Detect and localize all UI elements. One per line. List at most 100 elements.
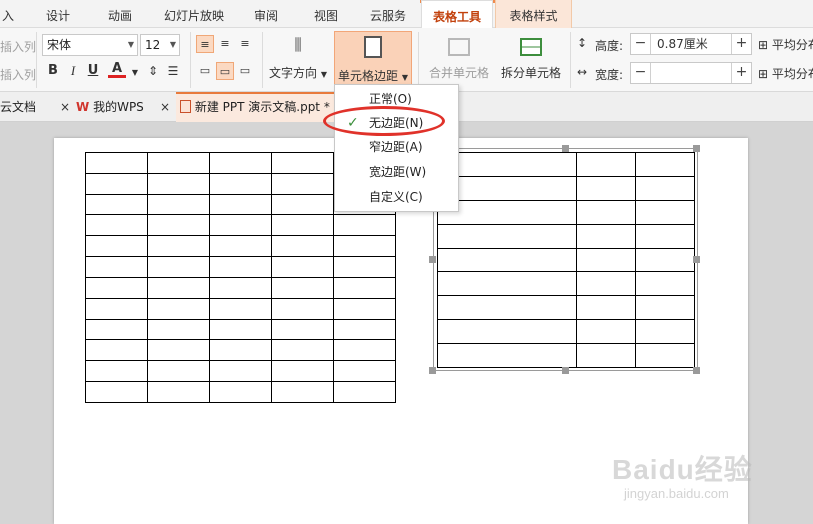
resize-handle[interactable] bbox=[693, 367, 700, 374]
table-cell[interactable] bbox=[85, 381, 148, 403]
table-cell[interactable] bbox=[147, 256, 210, 278]
increase-width-button[interactable]: + bbox=[731, 63, 751, 83]
doc-tab-ppt[interactable]: 新建 PPT 演示文稿.ppt * bbox=[176, 92, 346, 122]
table-cell[interactable] bbox=[333, 381, 396, 403]
table-cell[interactable] bbox=[147, 235, 210, 258]
font-size-select[interactable]: 12 ▼ bbox=[140, 34, 180, 56]
menu-item-wide[interactable]: 宽边距(W) bbox=[335, 160, 458, 184]
table-cell[interactable] bbox=[85, 276, 148, 299]
table-cell[interactable] bbox=[209, 381, 272, 403]
tab-table-style[interactable]: 表格样式 bbox=[495, 0, 572, 28]
table-cell[interactable] bbox=[271, 235, 334, 258]
table-cell[interactable] bbox=[271, 381, 334, 403]
table-cell[interactable] bbox=[271, 276, 334, 299]
resize-handle[interactable] bbox=[693, 256, 700, 263]
bold-button[interactable]: B bbox=[44, 62, 62, 80]
tab-review[interactable]: 审阅 bbox=[244, 0, 288, 28]
resize-handle[interactable] bbox=[562, 367, 569, 374]
table-cell[interactable] bbox=[85, 172, 148, 195]
width-stepper[interactable]: − + bbox=[630, 62, 752, 84]
table-cell[interactable] bbox=[271, 214, 334, 237]
table-cell[interactable] bbox=[333, 360, 396, 383]
table-cell[interactable] bbox=[85, 318, 148, 341]
tab-design[interactable]: 设计 bbox=[34, 0, 82, 28]
merge-cells-button[interactable]: 合并单元格 bbox=[424, 30, 494, 88]
table-cell[interactable] bbox=[209, 193, 272, 216]
table-cell[interactable] bbox=[209, 318, 272, 341]
table-cell[interactable] bbox=[271, 360, 334, 383]
increase-height-button[interactable]: + bbox=[731, 34, 751, 54]
table-cell[interactable] bbox=[85, 360, 148, 383]
font-name-select[interactable]: 宋体 ▼ bbox=[42, 34, 138, 56]
distribute-rows-button[interactable]: ⊞ 平均分布各行 bbox=[758, 36, 813, 53]
table-cell[interactable] bbox=[333, 318, 396, 341]
height-stepper[interactable]: − 0.87厘米 + bbox=[630, 33, 752, 55]
align-top-icon[interactable]: ▭ bbox=[196, 62, 214, 80]
tab-table-tools[interactable]: 表格工具 bbox=[421, 0, 493, 29]
table-cell[interactable] bbox=[271, 152, 334, 174]
table-cell[interactable] bbox=[271, 193, 334, 216]
resize-handle[interactable] bbox=[429, 256, 436, 263]
table-cell[interactable] bbox=[209, 235, 272, 258]
doc-tab-mywps[interactable]: W 我的WPS × bbox=[76, 92, 174, 122]
resize-handle[interactable] bbox=[693, 145, 700, 152]
table-cell[interactable] bbox=[271, 339, 334, 362]
table-cell[interactable] bbox=[333, 235, 396, 258]
table-cell[interactable] bbox=[85, 297, 148, 320]
table-cell[interactable] bbox=[85, 152, 148, 174]
table-cell[interactable] bbox=[147, 381, 210, 403]
table-cell[interactable] bbox=[271, 256, 334, 278]
tab-cloud-service[interactable]: 云服务 bbox=[362, 0, 414, 28]
table-cell[interactable] bbox=[85, 214, 148, 237]
split-cells-button[interactable]: 拆分单元格 bbox=[496, 30, 566, 88]
text-direction-button[interactable]: ⫼ 文字方向 ▼ bbox=[266, 30, 330, 88]
font-color-dropdown-icon[interactable]: ▼ bbox=[126, 64, 144, 82]
align-right-icon[interactable]: ≡ bbox=[236, 35, 254, 53]
table-cell[interactable] bbox=[147, 152, 210, 174]
selection-frame[interactable] bbox=[433, 148, 698, 371]
font-color-button[interactable]: A bbox=[108, 60, 126, 78]
underline-button[interactable]: U bbox=[84, 62, 102, 80]
table-cell[interactable] bbox=[333, 256, 396, 278]
table-cell[interactable] bbox=[209, 172, 272, 195]
insert-col-right-button[interactable]: 插入列 bbox=[0, 66, 36, 83]
table-cell[interactable] bbox=[271, 297, 334, 320]
table-cell[interactable] bbox=[333, 297, 396, 320]
table-cell[interactable] bbox=[147, 297, 210, 320]
close-icon[interactable]: × bbox=[60, 92, 70, 122]
tab-insert[interactable]: 入 bbox=[0, 0, 16, 28]
table-cell[interactable] bbox=[147, 172, 210, 195]
table-cell[interactable] bbox=[333, 276, 396, 299]
table-cell[interactable] bbox=[85, 256, 148, 278]
close-icon[interactable]: × bbox=[160, 92, 170, 122]
tab-animation[interactable]: 动画 bbox=[96, 0, 144, 28]
align-left-icon[interactable]: ≡ bbox=[196, 35, 214, 53]
table-cell[interactable] bbox=[209, 339, 272, 362]
table-cell[interactable] bbox=[333, 339, 396, 362]
table-cell[interactable] bbox=[209, 214, 272, 237]
table-cell[interactable] bbox=[147, 214, 210, 237]
decrease-width-button[interactable]: − bbox=[631, 63, 651, 83]
doc-tab-cloud[interactable]: 云文档 × bbox=[0, 92, 72, 122]
table-cell[interactable] bbox=[209, 297, 272, 320]
table-cell[interactable] bbox=[271, 172, 334, 195]
tab-view[interactable]: 视图 bbox=[304, 0, 348, 28]
align-middle-icon[interactable]: ▭ bbox=[216, 62, 234, 80]
italic-button[interactable]: I bbox=[64, 62, 82, 80]
table-cell[interactable] bbox=[147, 193, 210, 216]
table-cell[interactable] bbox=[147, 360, 210, 383]
align-center-icon[interactable]: ≡ bbox=[216, 35, 234, 53]
cell-margin-button[interactable]: 单元格边距 ▼ bbox=[334, 31, 412, 87]
indent-icon[interactable]: ☰ bbox=[164, 62, 182, 80]
insert-col-left-button[interactable]: 插入列 bbox=[0, 38, 36, 55]
menu-item-custom[interactable]: 自定义(C) bbox=[335, 185, 458, 209]
height-value[interactable]: 0.87厘米 bbox=[657, 34, 708, 54]
align-bottom-icon[interactable]: ▭ bbox=[236, 62, 254, 80]
table-cell[interactable] bbox=[85, 235, 148, 258]
table-cell[interactable] bbox=[147, 276, 210, 299]
distribute-cols-button[interactable]: ⊞ 平均分布各列 bbox=[758, 65, 813, 82]
decrease-height-button[interactable]: − bbox=[631, 34, 651, 54]
table-cell[interactable] bbox=[271, 318, 334, 341]
menu-item-narrow[interactable]: 窄边距(A) bbox=[335, 135, 458, 159]
line-spacing-icon[interactable]: ⇕ bbox=[144, 62, 162, 80]
